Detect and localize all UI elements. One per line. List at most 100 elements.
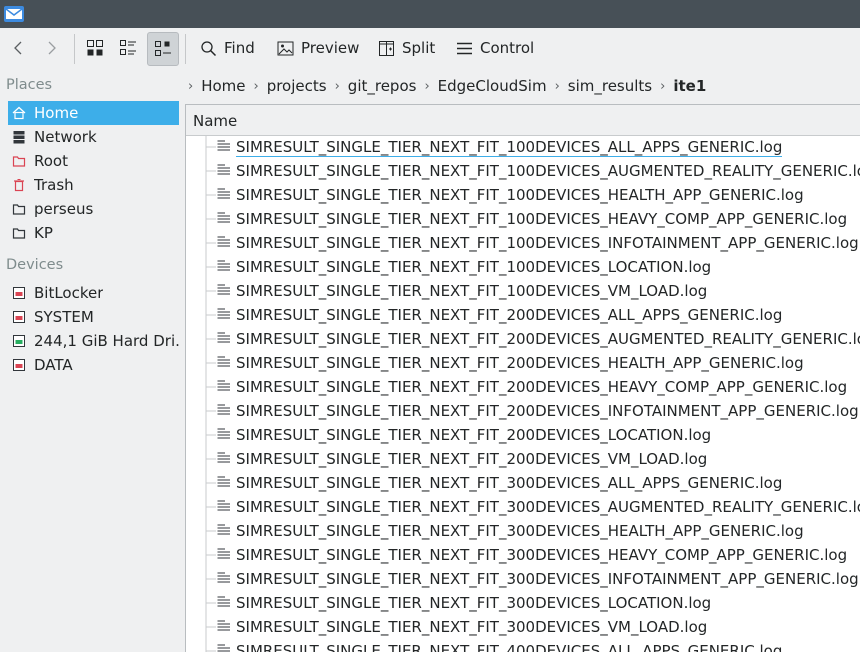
chevron-right-icon[interactable]: › xyxy=(335,79,340,94)
chevron-right-icon[interactable]: › xyxy=(254,79,259,94)
breadcrumb-item-git-repos[interactable]: git_repos xyxy=(348,77,417,95)
sidebar-item-system[interactable]: SYSTEM xyxy=(8,305,179,329)
folder-icon xyxy=(12,226,26,240)
file-row[interactable]: SIMRESULT_SINGLE_TIER_NEXT_FIT_300DEVICE… xyxy=(186,615,860,639)
drive-red-icon xyxy=(12,310,26,324)
tree-branch-line xyxy=(205,183,216,207)
file-row[interactable]: SIMRESULT_SINGLE_TIER_NEXT_FIT_200DEVICE… xyxy=(186,327,860,351)
file-name: SIMRESULT_SINGLE_TIER_NEXT_FIT_200DEVICE… xyxy=(236,402,859,420)
chevron-right-icon[interactable]: › xyxy=(424,79,429,94)
file-row[interactable]: SIMRESULT_SINGLE_TIER_NEXT_FIT_100DEVICE… xyxy=(186,135,860,159)
file-row[interactable]: SIMRESULT_SINGLE_TIER_NEXT_FIT_100DEVICE… xyxy=(186,183,860,207)
file-row[interactable]: SIMRESULT_SINGLE_TIER_NEXT_FIT_200DEVICE… xyxy=(186,303,860,327)
file-row[interactable]: SIMRESULT_SINGLE_TIER_NEXT_FIT_200DEVICE… xyxy=(186,351,860,375)
file-row[interactable]: SIMRESULT_SINGLE_TIER_NEXT_FIT_300DEVICE… xyxy=(186,495,860,519)
sidebar-item-label: 244,1 GiB Hard Dri... xyxy=(34,332,179,350)
sidebar-item-home[interactable]: Home xyxy=(8,101,179,125)
file-row[interactable]: SIMRESULT_SINGLE_TIER_NEXT_FIT_100DEVICE… xyxy=(186,279,860,303)
file-row[interactable]: SIMRESULT_SINGLE_TIER_NEXT_FIT_300DEVICE… xyxy=(186,543,860,567)
text-file-icon xyxy=(217,260,230,271)
chevron-right-icon[interactable]: › xyxy=(555,79,560,94)
tree-branch-line xyxy=(205,495,216,519)
text-file-icon xyxy=(217,308,230,319)
file-row[interactable]: SIMRESULT_SINGLE_TIER_NEXT_FIT_100DEVICE… xyxy=(186,207,860,231)
tree-branch-line xyxy=(205,207,216,231)
file-row[interactable]: SIMRESULT_SINGLE_TIER_NEXT_FIT_300DEVICE… xyxy=(186,567,860,591)
find-button[interactable]: Find xyxy=(200,32,255,64)
file-row[interactable]: SIMRESULT_SINGLE_TIER_NEXT_FIT_200DEVICE… xyxy=(186,423,860,447)
tree-branch-line xyxy=(205,135,216,159)
devices-heading: Devices xyxy=(6,257,64,273)
forward-button[interactable] xyxy=(44,32,62,64)
toolbar-separator xyxy=(185,34,186,64)
sidebar-item-label: DATA xyxy=(34,356,73,374)
file-row[interactable]: SIMRESULT_SINGLE_TIER_NEXT_FIT_200DEVICE… xyxy=(186,375,860,399)
column-header-name[interactable]: Name xyxy=(186,105,860,136)
text-file-icon xyxy=(217,548,230,559)
file-name: SIMRESULT_SINGLE_TIER_NEXT_FIT_100DEVICE… xyxy=(236,282,708,300)
text-file-icon xyxy=(217,572,230,583)
breadcrumb-item-projects[interactable]: projects xyxy=(267,77,327,95)
file-name: SIMRESULT_SINGLE_TIER_NEXT_FIT_200DEVICE… xyxy=(236,450,708,468)
compact-view-icon xyxy=(155,41,171,56)
file-name: SIMRESULT_SINGLE_TIER_NEXT_FIT_300DEVICE… xyxy=(236,498,860,516)
sidebar-item-label: Trash xyxy=(34,176,74,194)
file-row[interactable]: SIMRESULT_SINGLE_TIER_NEXT_FIT_300DEVICE… xyxy=(186,591,860,615)
file-row[interactable]: SIMRESULT_SINGLE_TIER_NEXT_FIT_200DEVICE… xyxy=(186,447,860,471)
breadcrumb-item-current[interactable]: ite1 xyxy=(673,77,706,95)
back-button[interactable] xyxy=(10,32,28,64)
tree-branch-line xyxy=(205,159,216,183)
breadcrumb-item-edgecloudsim[interactable]: EdgeCloudSim xyxy=(438,77,547,95)
tree-branch-line xyxy=(205,591,216,615)
split-button[interactable]: Split xyxy=(378,32,435,64)
sidebar-item-root[interactable]: Root xyxy=(8,149,179,173)
icons-view-icon xyxy=(87,40,103,56)
details-view-button[interactable] xyxy=(119,32,139,64)
home-icon xyxy=(12,106,26,120)
sidebar-item-kp[interactable]: KP xyxy=(8,221,179,245)
tree-branch-line xyxy=(205,519,216,543)
split-label: Split xyxy=(402,39,436,57)
tree-branch-line xyxy=(205,567,216,591)
sidebar-item-trash[interactable]: Trash xyxy=(8,173,179,197)
file-row[interactable]: SIMRESULT_SINGLE_TIER_NEXT_FIT_300DEVICE… xyxy=(186,519,860,543)
sidebar-item-label: Network xyxy=(34,128,97,146)
file-row[interactable]: SIMRESULT_SINGLE_TIER_NEXT_FIT_100DEVICE… xyxy=(186,255,860,279)
sidebar-item-hard-drive[interactable]: 244,1 GiB Hard Dri... xyxy=(8,329,179,353)
file-row[interactable]: SIMRESULT_SINGLE_TIER_NEXT_FIT_200DEVICE… xyxy=(186,399,860,423)
file-list-view[interactable]: Name SIMRESULT_SINGLE_TIER_NEXT_FIT_100D… xyxy=(185,104,860,652)
compact-view-button[interactable] xyxy=(147,32,179,66)
tree-branch-line xyxy=(205,447,216,471)
folder-red-icon xyxy=(12,154,26,168)
file-row[interactable]: SIMRESULT_SINGLE_TIER_NEXT_FIT_100DEVICE… xyxy=(186,159,860,183)
file-row[interactable]: SIMRESULT_SINGLE_TIER_NEXT_FIT_100DEVICE… xyxy=(186,231,860,255)
sidebar-item-bitlocker[interactable]: BitLocker xyxy=(8,281,179,305)
app-mail-icon xyxy=(4,6,24,22)
text-file-icon xyxy=(217,212,230,223)
file-name: SIMRESULT_SINGLE_TIER_NEXT_FIT_200DEVICE… xyxy=(236,426,712,444)
text-file-icon xyxy=(217,140,230,151)
file-row[interactable]: SIMRESULT_SINGLE_TIER_NEXT_FIT_400DEVICE… xyxy=(186,639,860,652)
tree-branch-line xyxy=(205,255,216,279)
control-button[interactable]: Control xyxy=(456,32,534,64)
chevron-right-icon[interactable]: › xyxy=(660,79,665,94)
preview-label: Preview xyxy=(301,39,360,57)
text-file-icon xyxy=(217,332,230,343)
hamburger-menu-icon xyxy=(457,42,472,54)
text-file-icon xyxy=(217,452,230,463)
text-file-icon xyxy=(217,236,230,247)
file-name: SIMRESULT_SINGLE_TIER_NEXT_FIT_300DEVICE… xyxy=(236,618,708,636)
sidebar-item-data[interactable]: DATA xyxy=(8,353,179,377)
preview-button[interactable]: Preview xyxy=(277,32,359,64)
icons-view-button[interactable] xyxy=(86,32,106,64)
drive-green-icon xyxy=(12,334,26,348)
file-name: SIMRESULT_SINGLE_TIER_NEXT_FIT_200DEVICE… xyxy=(236,354,804,372)
tree-branch-line xyxy=(205,351,216,375)
tree-branch-line xyxy=(205,303,216,327)
breadcrumb-item-sim-results[interactable]: sim_results xyxy=(568,77,652,95)
file-row[interactable]: SIMRESULT_SINGLE_TIER_NEXT_FIT_300DEVICE… xyxy=(186,471,860,495)
folder-icon xyxy=(12,202,26,216)
sidebar-item-perseus[interactable]: perseus xyxy=(8,197,179,221)
breadcrumb-item-home[interactable]: Home xyxy=(201,77,245,95)
sidebar-item-network[interactable]: Network xyxy=(8,125,179,149)
